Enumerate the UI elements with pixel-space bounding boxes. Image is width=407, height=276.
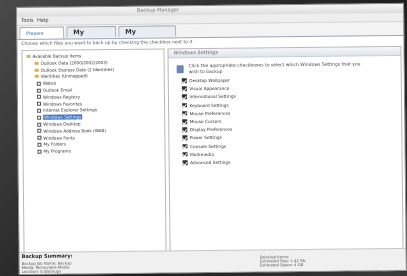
settings-pane-title: Windows Settings (173, 49, 219, 57)
settings-pane-header: Windows Settings (168, 46, 401, 59)
checked-checkbox-icon[interactable] (182, 160, 188, 165)
backup-items-tree[interactable]: Available Backup Items Outlook Data (2000… (21, 48, 167, 254)
checkbox-icon[interactable] (37, 135, 42, 140)
setting-label: Mouse Cursors (189, 119, 222, 126)
tree-item-label: Wab/a (42, 80, 56, 86)
tree-item[interactable]: Windows Address Book (WAB) (37, 128, 106, 135)
menu-help[interactable]: Help (37, 18, 48, 24)
tree-item[interactable]: Outlook Data (2000/2002/2003) (34, 59, 108, 67)
tree-item-label: Outlook Email (42, 87, 73, 93)
summary-title: Backup Summary: (21, 253, 73, 260)
tree-item-label: Windows Desktop (43, 121, 81, 127)
tab-my-folders[interactable]: My Folders (66, 25, 117, 47)
tree-item[interactable]: Windows Settings (37, 114, 83, 120)
checkbox-icon[interactable] (36, 88, 41, 93)
window-title: Backup Manager (137, 7, 179, 14)
photo-frame: Backup Manager Tools Help Prepare Backup… (0, 0, 407, 276)
checkbox-icon[interactable] (37, 129, 42, 134)
checkbox-icon[interactable] (36, 81, 41, 86)
checked-checkbox-icon[interactable] (182, 102, 187, 108)
tree-item[interactable]: My Folders (37, 142, 66, 148)
backup-summary: Backup Summary: Backup Job Name: Backup … (19, 247, 406, 275)
checked-checkbox-icon[interactable] (182, 135, 187, 141)
summary-estimated-space: Estimated Space: 4 GB (259, 262, 304, 268)
tree-item[interactable]: My Programs (37, 148, 71, 155)
setting-item[interactable]: Advanced Settings (182, 160, 231, 167)
menu-tools[interactable]: Tools (21, 18, 33, 24)
checked-checkbox-icon[interactable] (182, 127, 187, 132)
folder-icon (34, 68, 39, 72)
tree-item[interactable]: Available Backup Items (26, 53, 81, 60)
tree-item[interactable]: Windows Fonts (37, 134, 75, 141)
setting-label: Multimedia (190, 152, 214, 158)
setting-label: Desktop Wallpaper (189, 78, 230, 85)
setting-label: Visual Appearance (189, 86, 230, 93)
setting-label: Power Settings (189, 136, 222, 142)
tree-item[interactable]: Windows Registry (36, 94, 81, 100)
checkbox-icon[interactable] (37, 149, 42, 154)
tree-item-label: My Folders (43, 141, 67, 148)
setting-item[interactable]: Mouse Cursors (182, 119, 221, 125)
folder-icon (26, 54, 31, 58)
tree-item-label: Windows Settings (43, 114, 83, 120)
checked-checkbox-icon[interactable] (182, 119, 187, 124)
tree-item-label: Windows Favorites (42, 100, 82, 107)
setting-item[interactable]: Visual Appearance (181, 86, 230, 93)
checkbox-icon[interactable] (37, 108, 42, 113)
tab-my-programs[interactable]: My Programs (118, 25, 177, 47)
checkbox-icon[interactable] (37, 142, 42, 147)
folder-icon (34, 75, 39, 79)
tree-item[interactable]: Identities (Unmapped) (34, 73, 88, 81)
app-window: Backup Manager Tools Help Prepare Backup… (16, 2, 407, 275)
tree-item[interactable]: Internet Explorer Settings (37, 108, 97, 115)
tree-item[interactable]: Windows Desktop (37, 121, 81, 127)
setting-label: Advanced Settings (190, 160, 231, 167)
tree-item-label: Outlook Data (2000/2002/2003) (40, 59, 108, 66)
checked-checkbox-icon[interactable] (182, 143, 187, 149)
checked-checkbox-icon[interactable] (182, 152, 188, 157)
tree-item-label: Identities (Unmapped) (40, 73, 88, 80)
setting-item[interactable]: Multimedia (182, 152, 214, 158)
tree-item-label: Windows Registry (42, 94, 81, 100)
tree-item-label: Internet Explorer Settings (43, 107, 98, 114)
setting-label: Console Settings (189, 144, 227, 150)
tree-item-label: Available Backup Items (32, 53, 82, 59)
setting-label: Display Preferences (189, 127, 233, 134)
tree-item-label: Windows Address Book (WAB) (43, 127, 107, 134)
folder-icon (34, 61, 39, 65)
checkbox-icon[interactable] (36, 95, 41, 100)
checked-checkbox-icon[interactable] (181, 86, 187, 91)
setting-item[interactable]: Mouse Preferences (182, 111, 230, 118)
checkbox-icon[interactable] (36, 101, 42, 106)
setting-item[interactable]: Power Settings (182, 135, 222, 142)
tree-item-label: My Programs (43, 148, 71, 154)
checkbox-icon[interactable] (37, 115, 42, 120)
setting-item[interactable]: Keyboard Settings (182, 102, 229, 109)
settings-pane: Windows Settings Click the appropriate c… (167, 45, 404, 253)
setting-label: International Settings (189, 95, 236, 101)
checked-checkbox-icon[interactable] (182, 111, 187, 116)
main-content: Choose which files you want to back up b… (17, 34, 406, 264)
checkbox-icon[interactable] (37, 122, 42, 127)
tree-item[interactable]: Outlook Email (36, 87, 73, 93)
tree-item[interactable]: Outlook Express Data (2 Identities) (34, 66, 115, 74)
tree-item-label: Outlook Express Data (2 Identities) (40, 66, 115, 73)
tree-item[interactable]: Wab/a (36, 80, 56, 87)
setting-item[interactable]: Display Preferences (182, 127, 232, 134)
checked-checkbox-icon[interactable] (181, 78, 187, 83)
tree-item-label: Windows Fonts (43, 134, 75, 141)
settings-hint: Click the appropriate checkboxes to sele… (188, 62, 361, 75)
setting-item[interactable]: Desktop Wallpaper (181, 78, 230, 85)
checked-checkbox-icon[interactable] (181, 94, 187, 100)
tree-item[interactable]: Windows Favorites (36, 100, 82, 107)
instruction-text: Choose which files you want to back up b… (21, 40, 193, 47)
setting-item[interactable]: Console Settings (182, 143, 227, 150)
setting-label: Keyboard Settings (189, 103, 229, 109)
setting-label: Mouse Preferences (189, 111, 231, 117)
summary-location: Location: E:\Backups (21, 268, 62, 274)
setting-item[interactable]: International Settings (181, 94, 236, 101)
settings-icon (176, 65, 184, 74)
tab-prepare-backup[interactable]: Prepare Backup (19, 26, 65, 49)
